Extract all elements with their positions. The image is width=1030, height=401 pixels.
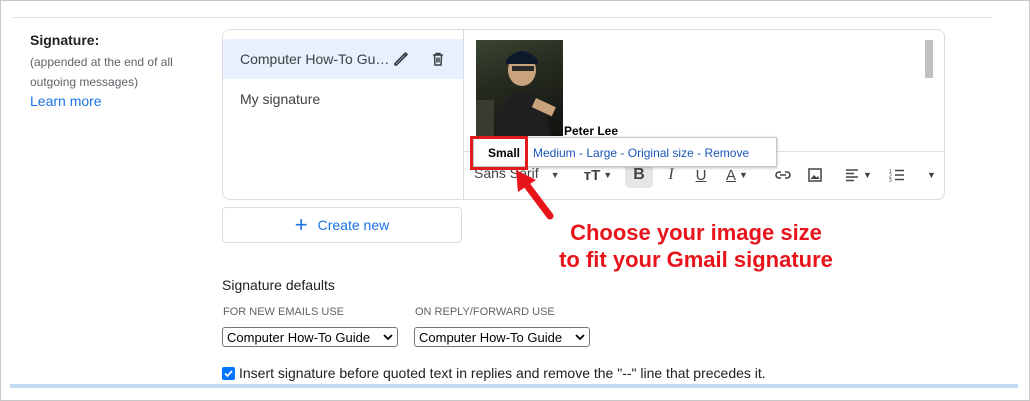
numbered-list-icon: 123 xyxy=(889,169,904,184)
new-emails-label: FOR NEW EMAILS USE xyxy=(223,306,345,318)
align-left-icon xyxy=(846,169,859,182)
bold-icon: B xyxy=(633,166,645,183)
svg-text:3: 3 xyxy=(889,178,892,184)
dropdown-caret-icon: ▼ xyxy=(739,170,748,180)
size-separator: - xyxy=(693,146,705,160)
signature-list: Computer How-To Guide My signature xyxy=(223,30,464,199)
align-button[interactable]: ▼ xyxy=(840,162,876,188)
size-option-original[interactable]: Original size xyxy=(628,146,694,160)
signature-name-text: Peter Lee xyxy=(564,124,619,138)
insert-signature-option: Insert signature before quoted text in r… xyxy=(222,365,766,381)
bottom-accent-bar xyxy=(10,384,1018,388)
size-option-large[interactable]: Large xyxy=(586,146,617,160)
reply-forward-select[interactable]: Computer How-To Guide xyxy=(414,327,590,347)
signature-item-my-signature[interactable]: My signature xyxy=(223,79,463,119)
more-formatting-button[interactable]: ▼ xyxy=(920,162,940,188)
select-chevron-icon xyxy=(574,329,586,345)
image-icon xyxy=(808,168,822,182)
checkmark-icon xyxy=(224,369,233,377)
link-icon xyxy=(775,171,791,179)
dropdown-caret-icon: ▼ xyxy=(603,170,613,180)
numbered-list-button[interactable]: 123 xyxy=(884,162,910,188)
text-color-icon: A xyxy=(726,166,737,184)
learn-more-link[interactable]: Learn more xyxy=(30,93,102,109)
editor-scrollbar[interactable] xyxy=(925,40,933,78)
size-option-remove[interactable]: Remove xyxy=(704,146,749,160)
size-separator: - xyxy=(575,146,587,160)
new-emails-select[interactable]: Computer How-To Guide xyxy=(222,327,398,347)
italic-icon: I xyxy=(668,166,674,183)
signature-description: (appended at the end of all outgoing mes… xyxy=(30,55,173,89)
edit-pencil-icon[interactable] xyxy=(391,49,411,69)
dropdown-caret-icon: ▼ xyxy=(863,170,872,180)
size-option-medium[interactable]: Medium xyxy=(533,146,576,160)
annotation-arrow-icon xyxy=(516,170,554,220)
dropdown-caret-icon: ▼ xyxy=(927,170,936,180)
signature-panel: Computer How-To Guide My signature Peter… xyxy=(222,29,945,200)
signature-item-computer-how-to-guide[interactable]: Computer How-To Guide xyxy=(223,39,463,79)
text-size-icon: ᴛT xyxy=(583,166,601,184)
signature-photo[interactable] xyxy=(476,40,563,136)
section-divider xyxy=(12,17,992,18)
new-emails-select-value: Computer How-To Guide xyxy=(227,330,371,345)
small-option-highlight-box xyxy=(470,136,528,170)
size-options-list: Medium - Large - Original size - Remove xyxy=(533,146,749,160)
annotation-callout: Choose your image size to fit your Gmail… xyxy=(506,219,886,273)
select-chevron-icon xyxy=(382,329,394,345)
create-new-button[interactable]: + Create new xyxy=(222,207,462,243)
underline-icon: U xyxy=(695,166,707,184)
signature-item-label: Computer How-To Guide xyxy=(240,51,392,67)
signature-item-label: My signature xyxy=(240,91,321,107)
annotation-line-2: to fit your Gmail signature xyxy=(559,247,833,272)
insert-signature-label: Insert signature before quoted text in r… xyxy=(239,365,766,381)
insert-image-button[interactable] xyxy=(802,162,828,188)
reply-forward-select-value: Computer How-To Guide xyxy=(419,330,563,345)
plus-icon: + xyxy=(294,212,308,237)
delete-trash-icon[interactable] xyxy=(428,49,448,69)
reply-forward-label: ON REPLY/FORWARD USE xyxy=(415,306,555,318)
create-new-label: Create new xyxy=(317,217,390,233)
signature-defaults-title: Signature defaults xyxy=(222,277,335,293)
signature-label: Signature: xyxy=(30,32,100,48)
insert-signature-checkbox[interactable] xyxy=(222,366,235,380)
annotation-line-1: Choose your image size xyxy=(570,220,822,245)
size-separator: - xyxy=(617,146,628,160)
